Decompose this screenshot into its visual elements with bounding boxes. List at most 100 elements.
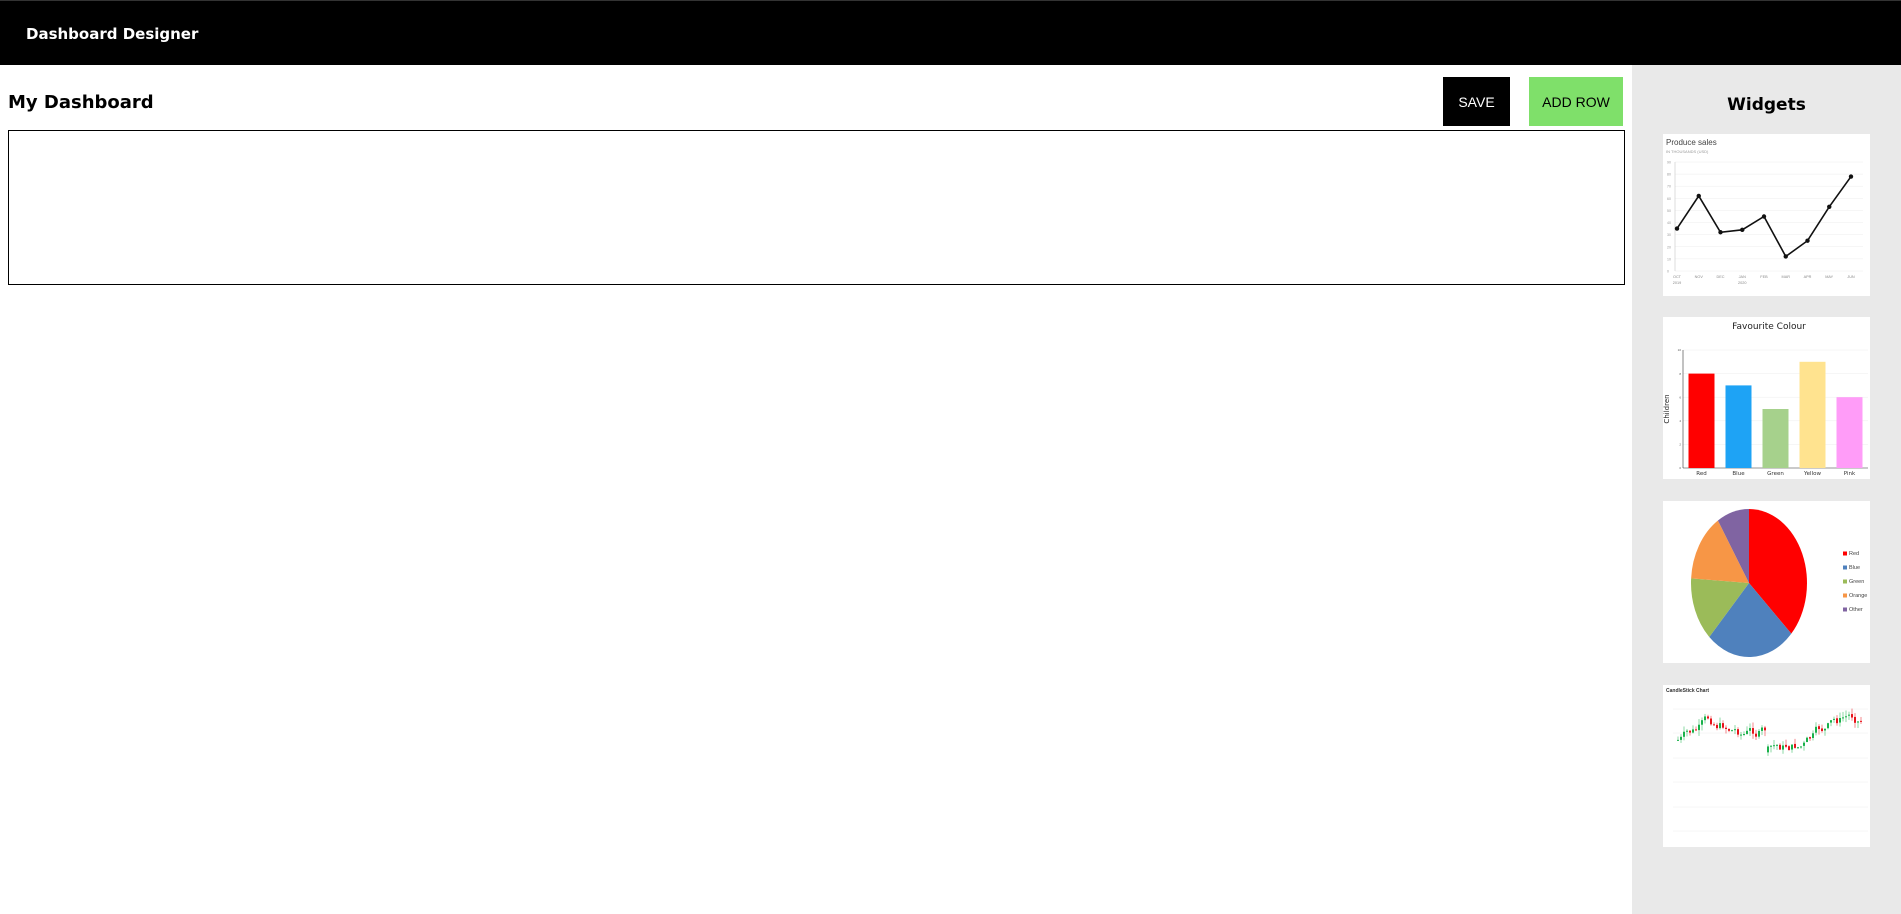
y-tick-label: 2 bbox=[1679, 443, 1681, 447]
x-tick-label: OCT bbox=[1673, 275, 1682, 279]
legend-label: Red bbox=[1849, 551, 1859, 557]
line-chart-widget[interactable]: Produce sales IN THOUSANDS (USD) 0 10 20 30… bbox=[1663, 134, 1870, 296]
candle-body bbox=[1677, 739, 1679, 741]
add-row-button[interactable]: ADD ROW bbox=[1529, 77, 1623, 126]
save-button[interactable]: SAVE bbox=[1443, 77, 1510, 126]
candle-body bbox=[1722, 723, 1724, 728]
data-point bbox=[1674, 226, 1680, 231]
candlestick-chart-widget[interactable]: CandleStick Chart bbox=[1663, 685, 1870, 847]
candle-body bbox=[1689, 730, 1691, 733]
x-tick-label: MAR bbox=[1782, 275, 1791, 279]
candle-body bbox=[1857, 721, 1859, 723]
candle-body bbox=[1833, 718, 1835, 720]
candle-body bbox=[1710, 718, 1712, 725]
y-tick-label: 30 bbox=[1667, 233, 1671, 237]
candle-body bbox=[1809, 737, 1811, 739]
x-tick-label: Red bbox=[1696, 471, 1706, 477]
candle-body bbox=[1764, 727, 1766, 731]
x-tick-label: MAY bbox=[1825, 275, 1833, 279]
data-point bbox=[1827, 204, 1832, 210]
legend-label: Other bbox=[1849, 607, 1863, 613]
y-tick-label: 40 bbox=[1667, 221, 1671, 225]
candle-body bbox=[1845, 716, 1847, 718]
bar-chart-thumbnail: Favourite Colour Children 0 2 4 6 8 10 Red Blu… bbox=[1663, 322, 1868, 477]
candle-body bbox=[1728, 728, 1730, 731]
legend-swatch bbox=[1843, 565, 1847, 570]
bar bbox=[1799, 361, 1826, 468]
x-tick-sublabel: 2019 bbox=[1673, 281, 1681, 285]
data-point bbox=[1718, 230, 1723, 235]
legend-swatch bbox=[1843, 579, 1847, 584]
widgets-title: Widgets bbox=[1727, 95, 1806, 115]
legend-label: Orange bbox=[1849, 593, 1867, 599]
candle-body bbox=[1851, 714, 1853, 718]
data-point bbox=[1783, 254, 1788, 259]
candle-body bbox=[1791, 744, 1793, 750]
x-tick-label: Blue bbox=[1732, 471, 1745, 477]
legend-swatch bbox=[1843, 607, 1847, 612]
candlestick-chart-title: CandleStick Chart bbox=[1666, 688, 1709, 694]
candle-body bbox=[1806, 737, 1808, 743]
candlestick-chart-thumbnail: CandleStick Chart bbox=[1666, 688, 1868, 832]
x-tick-label: JUN bbox=[1847, 275, 1855, 279]
bar-chart-widget[interactable]: Favourite Colour Children 0 2 4 6 8 10 Red Blu… bbox=[1663, 317, 1870, 479]
y-tick-label: 20 bbox=[1667, 245, 1671, 249]
candle-body bbox=[1824, 728, 1826, 731]
bar-chart-ylabel: Children bbox=[1663, 394, 1671, 423]
candle-body bbox=[1761, 727, 1763, 731]
x-tick-label: NOV bbox=[1695, 275, 1704, 279]
candle-body bbox=[1731, 730, 1733, 732]
candle-body bbox=[1815, 726, 1817, 733]
data-point bbox=[1761, 214, 1767, 219]
x-tick-label: DEC bbox=[1716, 275, 1724, 279]
candle-body bbox=[1695, 729, 1697, 731]
candle-body bbox=[1719, 723, 1721, 729]
dashboard-row[interactable] bbox=[8, 130, 1625, 285]
candle-body bbox=[1686, 730, 1688, 732]
candle-body bbox=[1692, 729, 1694, 733]
candle-body bbox=[1725, 727, 1727, 729]
candle-body bbox=[1818, 726, 1820, 730]
candle-body bbox=[1848, 714, 1850, 716]
candle-body bbox=[1821, 728, 1823, 732]
candle-body bbox=[1701, 720, 1703, 725]
data-point bbox=[1740, 227, 1745, 233]
candle-body bbox=[1860, 720, 1862, 722]
bar bbox=[1688, 373, 1715, 468]
candle-body bbox=[1839, 718, 1841, 723]
bar bbox=[1762, 409, 1789, 468]
candle-body bbox=[1782, 745, 1784, 750]
candle-body bbox=[1776, 744, 1778, 746]
x-tick-label: Green bbox=[1767, 471, 1784, 477]
y-tick-label: 90 bbox=[1667, 161, 1671, 165]
y-tick-label: 50 bbox=[1667, 209, 1671, 213]
candle-body bbox=[1812, 733, 1814, 738]
data-point bbox=[1805, 238, 1810, 243]
pie-chart-thumbnail: Red Blue Green Orange Other bbox=[1691, 509, 1867, 657]
bar-chart-title: Favourite Colour bbox=[1732, 322, 1806, 332]
widgets-panel: Widgets Produce sales IN THOUSANDS (USD)… bbox=[1632, 65, 1901, 914]
legend-swatch bbox=[1843, 593, 1847, 598]
dashboard-canvas: My Dashboard SAVE ADD ROW bbox=[0, 65, 1632, 914]
candle-body bbox=[1788, 746, 1790, 751]
data-point bbox=[1696, 193, 1701, 199]
app-title: Dashboard Designer bbox=[26, 25, 199, 43]
page-title: My Dashboard bbox=[8, 92, 154, 113]
y-tick-label: 60 bbox=[1667, 197, 1671, 201]
candle-body bbox=[1746, 730, 1748, 734]
y-tick-label: 10 bbox=[1678, 348, 1682, 352]
data-point bbox=[1848, 174, 1854, 179]
pie-chart-widget[interactable]: Red Blue Green Orange Other bbox=[1663, 501, 1870, 663]
bar bbox=[1836, 397, 1863, 468]
y-tick-label: 10 bbox=[1667, 257, 1671, 261]
candle-body bbox=[1737, 729, 1739, 735]
bar bbox=[1725, 385, 1752, 468]
candle-body bbox=[1752, 728, 1754, 734]
candle-body bbox=[1758, 730, 1760, 737]
line-chart-title: Produce sales bbox=[1666, 138, 1717, 147]
candle-body bbox=[1785, 744, 1787, 747]
candle-body bbox=[1800, 746, 1802, 748]
y-tick-label: 70 bbox=[1667, 185, 1671, 189]
candle-body bbox=[1836, 718, 1838, 724]
candle-body bbox=[1827, 723, 1829, 729]
